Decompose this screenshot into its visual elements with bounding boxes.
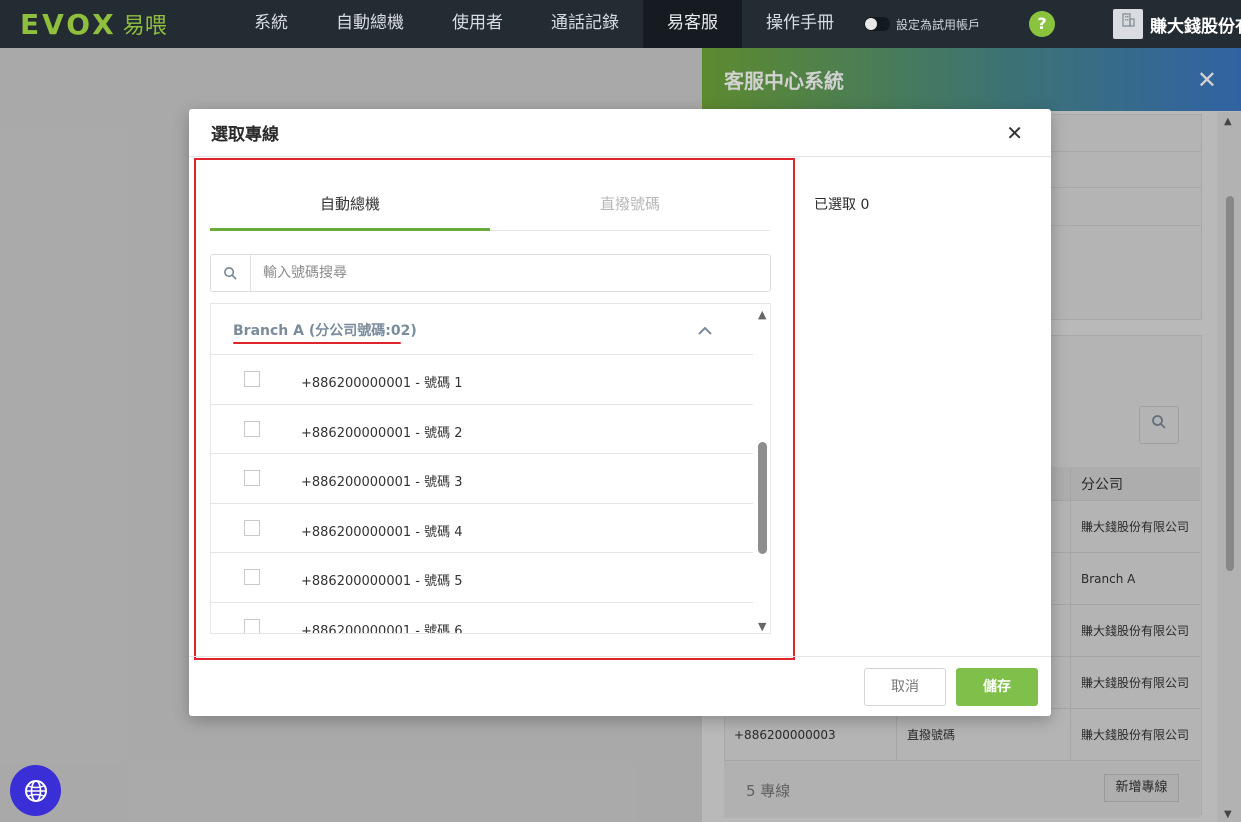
checkbox[interactable] <box>244 569 260 585</box>
item-label: +886200000001 - 號碼 1 <box>301 376 463 391</box>
search-icon[interactable] <box>211 255 251 291</box>
list-item[interactable]: +886200000001 - 號碼 2 <box>211 405 753 454</box>
nav-item-customer-service[interactable]: 易客服 <box>643 0 742 48</box>
trial-account-switch[interactable]: 設定為試用帳戶 <box>864 16 980 33</box>
line-list: Branch A (分公司號碼:02) +886200000001 - 號碼 1… <box>210 303 771 634</box>
company-name[interactable]: 賺大錢股份有 <box>1150 12 1241 37</box>
logo-text: EVOX <box>20 7 117 41</box>
nav-item-users[interactable]: 使用者 <box>428 0 527 48</box>
scroll-down-icon[interactable]: ▼ <box>758 620 766 633</box>
trial-account-label: 設定為試用帳戶 <box>896 17 981 32</box>
main-nav: 系統 自動總機 使用者 通話記錄 易客服 操作手冊 <box>230 0 858 48</box>
selected-count: 已選取 0 <box>814 197 870 213</box>
item-label: +886200000001 - 號碼 2 <box>301 425 463 441</box>
checkbox[interactable] <box>244 470 260 486</box>
item-label: +886200000001 - 號碼 3 <box>301 475 463 490</box>
dialog-footer: 取消 儲存 <box>189 656 1051 716</box>
logo-cn-text: 易喂 <box>122 14 167 39</box>
globe-icon[interactable] <box>10 765 61 816</box>
checkbox[interactable] <box>244 519 260 536</box>
chevron-up-icon[interactable] <box>697 321 713 340</box>
tab-direct-number[interactable]: 直撥號碼 <box>490 181 770 231</box>
group-title: Branch A (分公司號碼:02) <box>233 323 417 339</box>
checkbox[interactable] <box>244 618 260 633</box>
line-type-tabs: 自動總機 直撥號碼 <box>210 181 770 231</box>
list-item[interactable]: +886200000001 - 號碼 3 <box>211 454 753 504</box>
select-line-dialog: 選取專線 ✕ 自動總機 直撥號碼 Branch A (分公司號碼:02) +88… <box>189 109 1051 716</box>
list-scrollbar[interactable]: ▲ ▼ <box>754 304 770 633</box>
item-label: +886200000001 - 號碼 5 <box>301 574 463 589</box>
search-box <box>210 254 771 292</box>
group-header[interactable]: Branch A (分公司號碼:02) <box>211 304 753 355</box>
scrollbar-thumb[interactable] <box>758 442 767 554</box>
item-label: +886200000001 - 號碼 6 <box>301 623 463 634</box>
help-icon[interactable]: ? <box>1029 11 1055 37</box>
save-button[interactable]: 儲存 <box>956 668 1038 706</box>
checkbox[interactable] <box>244 371 260 387</box>
nav-item-auto-attendant[interactable]: 自動總機 <box>312 0 428 48</box>
list-item[interactable]: +886200000001 - 號碼 4 <box>211 504 753 553</box>
list-item[interactable]: +886200000001 - 號碼 5 <box>211 553 753 603</box>
nav-item-call-records[interactable]: 通話記錄 <box>527 0 643 48</box>
item-label: +886200000001 - 號碼 4 <box>301 524 463 540</box>
building-icon[interactable] <box>1113 9 1143 39</box>
logo[interactable]: EVOX 易喂 <box>20 8 220 41</box>
dialog-header: 選取專線 <box>189 109 1051 157</box>
tab-auto-attendant[interactable]: 自動總機 <box>210 181 490 231</box>
nav-item-system[interactable]: 系統 <box>230 0 312 48</box>
scroll-up-icon[interactable]: ▲ <box>758 308 766 321</box>
search-input[interactable] <box>263 263 743 283</box>
toggle-icon[interactable] <box>864 17 890 31</box>
close-icon[interactable]: ✕ <box>1006 121 1023 145</box>
list-item[interactable]: +886200000001 - 號碼 1 <box>211 355 753 405</box>
nav-item-manual[interactable]: 操作手冊 <box>742 0 858 48</box>
cancel-button[interactable]: 取消 <box>864 668 946 706</box>
checkbox[interactable] <box>244 420 260 437</box>
list-item[interactable]: +886200000001 - 號碼 6 <box>211 603 753 634</box>
annotation-underline <box>233 342 401 344</box>
dialog-title: 選取專線 <box>211 125 279 145</box>
